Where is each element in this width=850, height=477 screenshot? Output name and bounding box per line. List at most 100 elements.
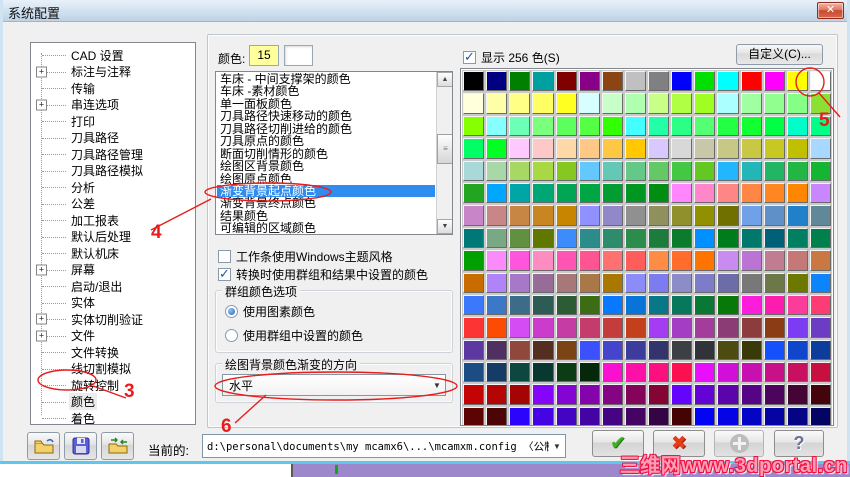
workbar-theme-checkbox[interactable]: [218, 250, 231, 263]
list-item[interactable]: 车床 -素材颜色: [217, 85, 435, 97]
palette-color-cell[interactable]: [694, 115, 716, 137]
palette-color-cell[interactable]: [555, 250, 577, 271]
palette-color-cell[interactable]: [740, 406, 762, 425]
palette-color-cell[interactable]: [786, 384, 808, 405]
palette-color-cell[interactable]: [671, 205, 693, 226]
palette-color-cell[interactable]: [694, 227, 716, 249]
palette-color-cell[interactable]: [809, 272, 831, 293]
palette-color-cell[interactable]: [578, 384, 600, 405]
palette-color-cell[interactable]: [763, 384, 785, 405]
palette-color-cell[interactable]: [809, 205, 831, 226]
palette-color-cell[interactable]: [555, 406, 577, 425]
expand-plus-icon[interactable]: +: [36, 330, 47, 342]
palette-color-cell[interactable]: [763, 205, 785, 226]
palette-color-cell[interactable]: [509, 205, 531, 226]
palette-color-cell[interactable]: [671, 115, 693, 137]
palette-color-cell[interactable]: [509, 406, 531, 425]
palette-color-cell[interactable]: [786, 205, 808, 226]
palette-color-cell[interactable]: [648, 272, 670, 293]
palette-color-cell[interactable]: [740, 227, 762, 249]
palette-color-cell[interactable]: [532, 406, 554, 425]
palette-color-cell[interactable]: [555, 138, 577, 159]
save-config-button[interactable]: [64, 432, 97, 460]
palette-color-cell[interactable]: [786, 227, 808, 249]
palette-color-cell[interactable]: [648, 227, 670, 249]
palette-color-cell[interactable]: [509, 71, 531, 92]
palette-color-cell[interactable]: [578, 138, 600, 159]
palette-color-cell[interactable]: [671, 406, 693, 425]
palette-color-cell[interactable]: [509, 115, 531, 137]
tree-item[interactable]: 颜色: [31, 393, 195, 411]
palette-color-cell[interactable]: [624, 182, 646, 204]
tree-item[interactable]: + 串连选项: [31, 97, 195, 114]
open-config-button[interactable]: [27, 432, 60, 460]
palette-color-cell[interactable]: [509, 362, 531, 383]
palette-color-cell[interactable]: [463, 250, 485, 271]
cancel-button[interactable]: ✖: [653, 430, 705, 457]
palette-color-cell[interactable]: [786, 93, 808, 114]
palette-color-cell[interactable]: [601, 138, 623, 159]
palette-color-cell[interactable]: [740, 384, 762, 405]
palette-color-cell[interactable]: [809, 250, 831, 271]
palette-color-cell[interactable]: [809, 339, 831, 361]
list-scrollbar[interactable]: ▲ ≡ ▼: [436, 72, 452, 234]
expand-plus-icon[interactable]: +: [36, 99, 47, 111]
palette-color-cell[interactable]: [486, 362, 508, 383]
palette-color-cell[interactable]: [763, 406, 785, 425]
palette-color-cell[interactable]: [532, 93, 554, 114]
scroll-up-icon[interactable]: ▲: [437, 72, 452, 87]
tree-item[interactable]: + 屏幕: [31, 262, 195, 279]
ok-button[interactable]: ✔: [592, 430, 644, 457]
palette-color-cell[interactable]: [648, 182, 670, 204]
palette-color-cell[interactable]: [578, 294, 600, 316]
palette-color-cell[interactable]: [717, 227, 739, 249]
tree-item[interactable]: 刀具路径管理: [31, 146, 195, 163]
palette-color-cell[interactable]: [624, 294, 646, 316]
palette-color-cell[interactable]: [578, 205, 600, 226]
list-item[interactable]: 渐变背景终点颜色: [217, 197, 435, 209]
palette-color-cell[interactable]: [717, 138, 739, 159]
palette-color-cell[interactable]: [486, 384, 508, 405]
palette-color-cell[interactable]: [763, 227, 785, 249]
palette-color-cell[interactable]: [648, 362, 670, 383]
tree-item[interactable]: 旋转控制: [31, 377, 195, 394]
palette-color-cell[interactable]: [671, 317, 693, 338]
palette-color-cell[interactable]: [532, 272, 554, 293]
palette-color-cell[interactable]: [624, 160, 646, 181]
palette-color-cell[interactable]: [486, 205, 508, 226]
palette-color-cell[interactable]: [509, 227, 531, 249]
palette-color-cell[interactable]: [809, 160, 831, 181]
palette-color-cell[interactable]: [763, 272, 785, 293]
palette-color-cell[interactable]: [555, 272, 577, 293]
palette-color-cell[interactable]: [578, 227, 600, 249]
palette-color-cell[interactable]: [763, 160, 785, 181]
palette-color-cell[interactable]: [463, 294, 485, 316]
palette-color-cell[interactable]: [786, 362, 808, 383]
palette-color-cell[interactable]: [740, 205, 762, 226]
palette-color-cell[interactable]: [763, 71, 785, 92]
palette-color-cell[interactable]: [694, 138, 716, 159]
palette-color-cell[interactable]: [694, 339, 716, 361]
palette-color-cell[interactable]: [601, 71, 623, 92]
palette-color-cell[interactable]: [486, 138, 508, 159]
palette-color-cell[interactable]: [601, 362, 623, 383]
use-entity-color-radio[interactable]: [225, 305, 238, 318]
convert-colors-checkbox[interactable]: [218, 266, 231, 282]
show-256-checkline[interactable]: 显示 256 色(S): [463, 49, 560, 66]
palette-color-cell[interactable]: [532, 384, 554, 405]
gradient-direction-dropdown[interactable]: 水平 ▼: [222, 374, 446, 396]
use-group-color-radio[interactable]: [225, 329, 238, 342]
palette-color-cell[interactable]: [786, 115, 808, 137]
tree-item[interactable]: 打印: [31, 113, 195, 130]
tree-item[interactable]: + 标注与注释: [31, 64, 195, 81]
palette-color-cell[interactable]: [555, 93, 577, 114]
palette-color-cell[interactable]: [786, 406, 808, 425]
palette-color-cell[interactable]: [671, 272, 693, 293]
palette-color-cell[interactable]: [532, 182, 554, 204]
list-item[interactable]: 绘图原点颜色: [217, 173, 435, 185]
palette-color-cell[interactable]: [578, 182, 600, 204]
palette-color-cell[interactable]: [601, 115, 623, 137]
palette-color-cell[interactable]: [555, 160, 577, 181]
palette-color-cell[interactable]: [578, 272, 600, 293]
palette-color-cell[interactable]: [809, 138, 831, 159]
